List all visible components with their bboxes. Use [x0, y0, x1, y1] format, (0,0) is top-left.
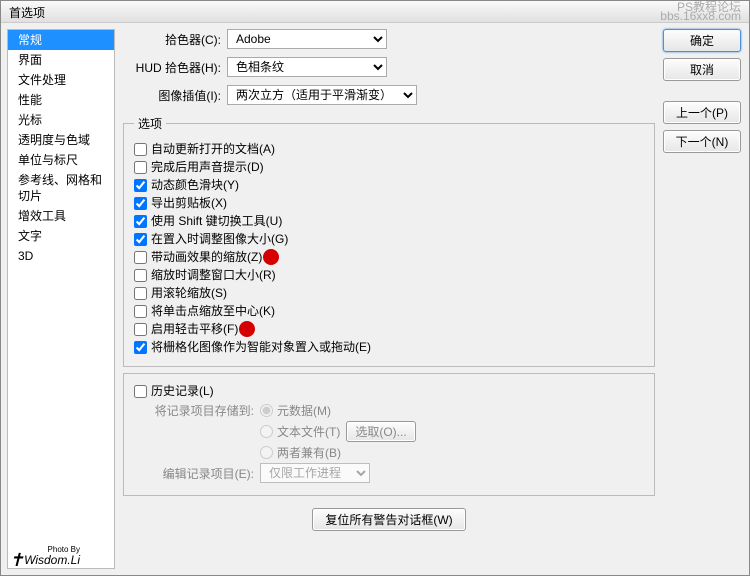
sidebar-item[interactable]: 参考线、网格和切片: [8, 170, 114, 206]
option-label: 用滚轮缩放(S): [151, 284, 227, 302]
sidebar-item[interactable]: 界面: [8, 50, 114, 70]
option-label: 使用 Shift 键切换工具(U): [151, 212, 282, 230]
sidebar-item[interactable]: 3D: [8, 246, 114, 266]
annotation-dot: [263, 249, 279, 265]
category-sidebar: 常规界面文件处理性能光标透明度与色域单位与标尺参考线、网格和切片增效工具文字3D: [7, 29, 115, 569]
history-radio-both[interactable]: [260, 446, 273, 459]
option-row: 导出剪贴板(X): [134, 194, 644, 212]
history-radio-meta[interactable]: [260, 404, 273, 417]
option-label: 启用轻击平移(F): [151, 320, 238, 338]
history-radio-text[interactable]: [260, 425, 273, 438]
option-label: 在置入时调整图像大小(G): [151, 230, 288, 248]
option-row: 将栅格化图像作为智能对象置入或拖动(E): [134, 338, 644, 356]
main-panel: 拾色器(C): Adobe HUD 拾色器(H): 色相条纹 图像插值(I): …: [115, 23, 663, 575]
sidebar-item[interactable]: 单位与标尺: [8, 150, 114, 170]
option-label: 缩放时调整窗口大小(R): [151, 266, 276, 284]
color-picker-label: 拾色器(C):: [123, 31, 221, 48]
option-label: 动态颜色滑块(Y): [151, 176, 239, 194]
option-label: 自动更新打开的文档(A): [151, 140, 275, 158]
option-row: 使用 Shift 键切换工具(U): [134, 212, 644, 230]
sidebar-item[interactable]: 文字: [8, 226, 114, 246]
ok-button[interactable]: 确定: [663, 29, 741, 52]
history-edit-select[interactable]: 仅限工作进程: [260, 463, 370, 483]
option-label: 将单击点缩放至中心(K): [151, 302, 275, 320]
right-button-bar: 确定 取消 上一个(P) 下一个(N): [663, 23, 749, 575]
option-row: 启用轻击平移(F): [134, 320, 644, 338]
option-checkbox[interactable]: [134, 323, 147, 336]
option-label: 导出剪贴板(X): [151, 194, 227, 212]
history-fieldset: 历史记录(L) 将记录项目存储到: 元数据(M) 文本文件(T) 选取(O)..…: [123, 373, 655, 496]
option-row: 完成后用声音提示(D): [134, 158, 644, 176]
window-body: 常规界面文件处理性能光标透明度与色域单位与标尺参考线、网格和切片增效工具文字3D…: [1, 23, 749, 575]
option-checkbox[interactable]: [134, 233, 147, 246]
prev-button[interactable]: 上一个(P): [663, 101, 741, 124]
options-fieldset: 选项 自动更新打开的文档(A)完成后用声音提示(D)动态颜色滑块(Y)导出剪贴板…: [123, 115, 655, 367]
history-saveto-label: 将记录项目存储到:: [134, 402, 254, 419]
option-row: 缩放时调整窗口大小(R): [134, 266, 644, 284]
annotation-dot: [239, 321, 255, 337]
option-row: 将单击点缩放至中心(K): [134, 302, 644, 320]
history-choose-button[interactable]: 选取(O)...: [346, 421, 415, 442]
option-checkbox[interactable]: [134, 215, 147, 228]
interpolation-label: 图像插值(I):: [123, 87, 221, 104]
option-label: 带动画效果的缩放(Z): [151, 248, 262, 266]
sidebar-item[interactable]: 文件处理: [8, 70, 114, 90]
history-edit-label: 编辑记录项目(E):: [134, 465, 254, 482]
option-checkbox[interactable]: [134, 269, 147, 282]
window-title: 首选项: [9, 6, 45, 20]
option-label: 将栅格化图像作为智能对象置入或拖动(E): [151, 338, 371, 356]
option-checkbox[interactable]: [134, 341, 147, 354]
option-checkbox[interactable]: [134, 143, 147, 156]
option-checkbox[interactable]: [134, 197, 147, 210]
option-row: 自动更新打开的文档(A): [134, 140, 644, 158]
interpolation-select[interactable]: 两次立方（适用于平滑渐变）: [227, 85, 417, 105]
option-label: 完成后用声音提示(D): [151, 158, 264, 176]
preferences-window: 首选项 PS教程论坛 bbs.16xx8.com 常规界面文件处理性能光标透明度…: [0, 0, 750, 576]
option-checkbox[interactable]: [134, 305, 147, 318]
hud-picker-select[interactable]: 色相条纹: [227, 57, 387, 77]
sidebar-item[interactable]: 常规: [8, 30, 114, 50]
titlebar: 首选项 PS教程论坛 bbs.16xx8.com: [1, 1, 749, 23]
cancel-button[interactable]: 取消: [663, 58, 741, 81]
history-label: 历史记录(L): [151, 382, 214, 400]
hud-picker-label: HUD 拾色器(H):: [123, 59, 221, 76]
option-row: 动态颜色滑块(Y): [134, 176, 644, 194]
signature: Photo By ✝Wisdom.Li: [9, 545, 80, 571]
option-checkbox[interactable]: [134, 251, 147, 264]
sidebar-item[interactable]: 性能: [8, 90, 114, 110]
sidebar-item[interactable]: 增效工具: [8, 206, 114, 226]
option-checkbox[interactable]: [134, 287, 147, 300]
reset-warnings-button[interactable]: 复位所有警告对话框(W): [312, 508, 465, 531]
color-picker-select[interactable]: Adobe: [227, 29, 387, 49]
watermark: PS教程论坛 bbs.16xx8.com: [660, 3, 741, 21]
option-row: 带动画效果的缩放(Z): [134, 248, 644, 266]
options-legend: 选项: [134, 115, 166, 132]
sidebar-item[interactable]: 透明度与色域: [8, 130, 114, 150]
option-row: 用滚轮缩放(S): [134, 284, 644, 302]
next-button[interactable]: 下一个(N): [663, 130, 741, 153]
history-checkbox[interactable]: [134, 385, 147, 398]
sidebar-item[interactable]: 光标: [8, 110, 114, 130]
option-checkbox[interactable]: [134, 161, 147, 174]
option-checkbox[interactable]: [134, 179, 147, 192]
option-row: 在置入时调整图像大小(G): [134, 230, 644, 248]
